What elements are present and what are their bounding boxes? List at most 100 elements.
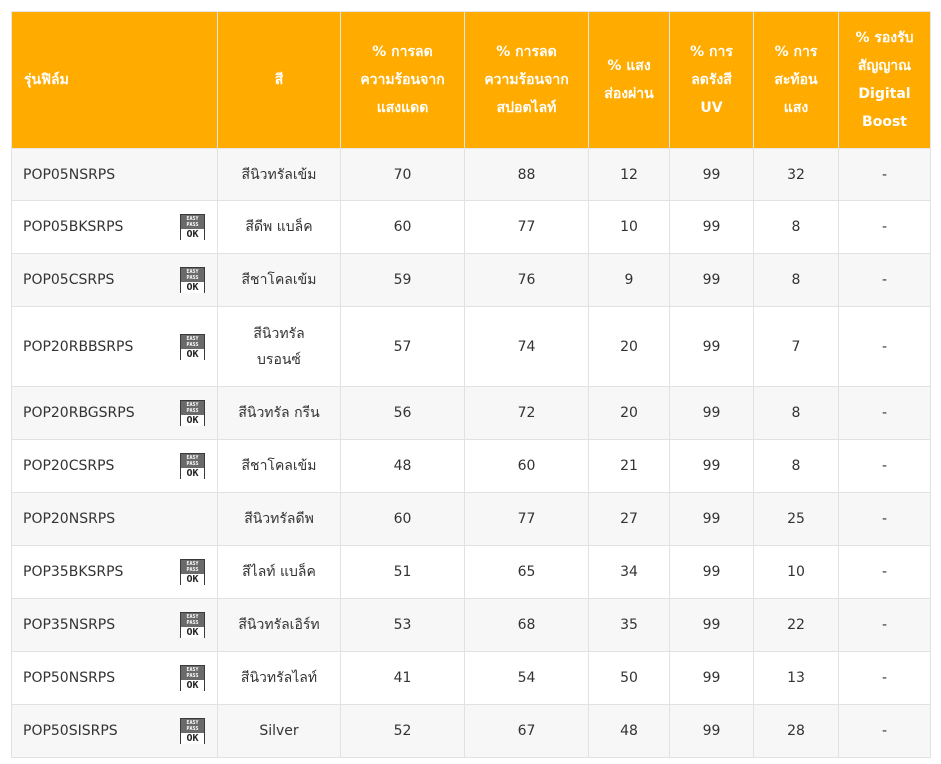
vlt-cell: 34 — [588, 545, 670, 599]
reflect-cell: 8 — [753, 439, 839, 493]
heat-sun-cell: 57 — [340, 306, 465, 387]
header-heat-sun: % การลด ความร้อนจาก แสงแดด — [340, 11, 465, 149]
table-row: POP05BKSRPS EASY PASS OK สีดีพ แบล็ค 60 77 10 99… — [11, 200, 931, 254]
model-name: POP20RBBSRPS — [23, 338, 134, 355]
header-label-line: แสง — [783, 100, 809, 116]
header-label-line: ลดรังสี — [691, 72, 732, 88]
badge-text-ok: OK — [181, 415, 204, 426]
digital-boost-cell: - — [838, 253, 931, 307]
reflect-cell: 13 — [753, 651, 839, 705]
table-row: POP50NSRPS EASY PASS OK สีนิวทรัลไลท์ 41 54 50 9… — [11, 651, 931, 705]
header-label-line: สปอตไลท์ — [496, 100, 557, 116]
reflect-cell: 7 — [753, 306, 839, 387]
color-cell: สีไลท์ แบล็ค — [217, 545, 341, 599]
header-digital-boost: % รองรับ สัญญาณ Digital Boost — [838, 11, 931, 149]
easy-pass-ok-icon: EASY PASS OK — [180, 267, 205, 293]
uv-cell: 99 — [669, 492, 754, 546]
model-name: POP20RBGSRPS — [23, 405, 135, 421]
color-cell: สีนิวทรัล กรีน — [217, 386, 341, 440]
color-name: สีนิวทรัล — [253, 325, 305, 342]
vlt-cell: 48 — [588, 704, 670, 758]
vlt-cell: 50 — [588, 651, 670, 705]
reflect-cell: 28 — [753, 704, 839, 758]
color-name: บรอนซ์ — [257, 351, 301, 368]
heat-sun-cell: 56 — [340, 386, 465, 440]
color-cell: สีชาโคลเข้ม — [217, 253, 341, 307]
heat-spot-cell: 54 — [464, 651, 589, 705]
table-row: POP20NSRPS สีนิวทรัลดีพ 60 77 27 99 25- — [11, 492, 931, 546]
model-cell: POP50NSRPS EASY PASS OK — [11, 651, 218, 705]
uv-cell: 99 — [669, 598, 754, 652]
badge-text-ok: OK — [181, 468, 204, 479]
easy-pass-ok-icon: EASY PASS OK — [180, 612, 205, 638]
heat-spot-cell: 76 — [464, 253, 589, 307]
badge-text-ok: OK — [181, 627, 204, 638]
digital-boost-cell: - — [838, 148, 931, 201]
table-header: รุ่นฟิล์ม สี% การลด ความร้อนจาก แสงแดด% การ… — [11, 11, 931, 149]
uv-cell: 99 — [669, 253, 754, 307]
header-label-line: สะท้อน — [774, 72, 818, 88]
model-cell: POP05BKSRPS EASY PASS OK — [11, 200, 218, 254]
badge-text-ok: OK — [181, 680, 204, 691]
color-name: สีชาโคลเข้ม — [241, 272, 317, 288]
heat-sun-cell: 60 — [340, 200, 465, 254]
badge-text-mid: PASS — [186, 673, 199, 679]
model-cell: POP20NSRPS — [11, 492, 218, 546]
digital-boost-cell: - — [838, 545, 931, 599]
table-row: POP20RBBSRPS EASY PASS OK สีนิวทรัล บรอนซ์ 57 7… — [11, 306, 931, 387]
heat-sun-cell: 60 — [340, 492, 465, 546]
digital-boost-cell: - — [838, 651, 931, 705]
reflect-cell: 32 — [753, 148, 839, 201]
model-cell: POP05CSRPS EASY PASS OK — [11, 253, 218, 307]
color-name: สีไลท์ แบล็ค — [242, 564, 316, 580]
color-cell: สีนิวทรัลบรอนซ์ — [217, 306, 341, 387]
color-name: สีนิวทรัลดีพ — [244, 511, 314, 527]
model-cell: POP50SISRPS EASY PASS OK — [11, 704, 218, 758]
badge-text-ok: OK — [181, 733, 204, 744]
digital-boost-cell: - — [838, 492, 931, 546]
badge-text-mid: PASS — [186, 408, 199, 414]
heat-sun-cell: 41 — [340, 651, 465, 705]
uv-cell: 99 — [669, 439, 754, 493]
badge-text-mid: PASS — [186, 341, 199, 348]
vlt-cell: 10 — [588, 200, 670, 254]
digital-boost-cell: - — [838, 598, 931, 652]
model-cell: POP20RBBSRPS EASY PASS OK — [11, 306, 218, 387]
uv-cell: 99 — [669, 148, 754, 201]
easy-pass-ok-icon: EASY PASS OK — [180, 665, 205, 691]
vlt-cell: 9 — [588, 253, 670, 307]
reflect-cell: 8 — [753, 253, 839, 307]
table-row: POP35NSRPS EASY PASS OK สีนิวทรัลเอิร์ท 53 68 3… — [11, 598, 931, 652]
color-name: สีนิวทรัลไลท์ — [240, 670, 318, 686]
heat-spot-cell: 65 — [464, 545, 589, 599]
vlt-cell: 27 — [588, 492, 670, 546]
color-cell: Silver — [217, 704, 341, 758]
header-label-line: % การ — [774, 44, 818, 60]
heat-spot-cell: 67 — [464, 704, 589, 758]
color-cell: สีนิวทรัลเข้ม — [217, 148, 341, 201]
color-cell: สีนิวทรัลไลท์ — [217, 651, 341, 705]
reflect-cell: 8 — [753, 386, 839, 440]
header-label-line: % รองรับ — [855, 30, 914, 46]
badge-text-ok: OK — [181, 574, 204, 585]
model-cell: POP20RBGSRPS EASY PASS OK — [11, 386, 218, 440]
uv-cell: 99 — [669, 306, 754, 387]
heat-sun-cell: 59 — [340, 253, 465, 307]
header-label-line: % การลด — [496, 44, 557, 60]
heat-spot-cell: 88 — [464, 148, 589, 201]
digital-boost-cell: - — [838, 200, 931, 254]
uv-cell: 99 — [669, 386, 754, 440]
heat-spot-cell: 60 — [464, 439, 589, 493]
color-cell: สีชาโคลเข้ม — [217, 439, 341, 493]
easy-pass-ok-icon: EASY PASS OK — [180, 718, 205, 744]
vlt-cell: 21 — [588, 439, 670, 493]
table-row: POP20CSRPS EASY PASS OK สีชาโคลเข้ม 48 60 21 99 8… — [11, 439, 931, 493]
vlt-cell: 35 — [588, 598, 670, 652]
heat-spot-cell: 74 — [464, 306, 589, 387]
model-cell: POP20CSRPS EASY PASS OK — [11, 439, 218, 493]
model-cell: POP35NSRPS EASY PASS OK — [11, 598, 218, 652]
model-name: POP20NSRPS — [23, 511, 116, 527]
header-label-line: ความร้อนจาก — [360, 72, 445, 88]
heat-spot-cell: 77 — [464, 200, 589, 254]
color-cell: สีนิวทรัลดีพ — [217, 492, 341, 546]
